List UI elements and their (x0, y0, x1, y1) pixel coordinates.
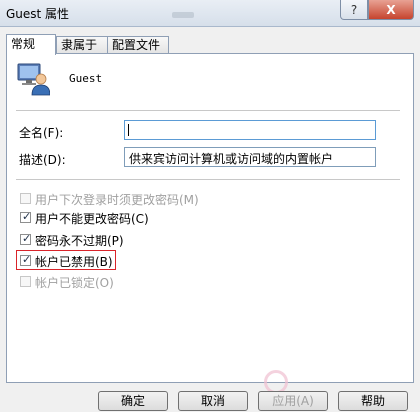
option-label: 帐户已禁用(B) (35, 255, 113, 269)
title-bar: Guest 属性 ? X (0, 0, 420, 27)
option-label: 用户不能更改密码(C) (35, 212, 149, 226)
checkmark-icon: ✓ (22, 232, 32, 245)
checkmark-icon: ✓ (22, 210, 32, 223)
checkbox[interactable]: ✓ (20, 253, 32, 266)
option-label: 帐户已锁定(O) (35, 276, 114, 290)
checkbox[interactable]: ✓ (20, 210, 32, 223)
user-account-icon (17, 63, 50, 96)
window-title: Guest 属性 (6, 7, 70, 21)
checkmark-icon: ✓ (22, 253, 32, 266)
tab-general[interactable]: 常规 (6, 34, 56, 55)
tab-profile[interactable]: 配置文件 (107, 36, 169, 53)
close-icon: X (386, 3, 396, 17)
option-label: 密码永不过期(P) (35, 234, 124, 248)
user-name: Guest (69, 72, 103, 85)
apply-button[interactable]: 应用(A) (258, 391, 328, 411)
divider (16, 179, 400, 181)
tab-member-of[interactable]: 隶属于 (56, 36, 108, 53)
close-button[interactable]: X (368, 0, 414, 20)
text-caret (128, 124, 129, 136)
fullname-label: 全名(F): (19, 126, 64, 140)
description-input[interactable]: 供来宾访问计算机或访问域的内置帐户 (124, 147, 376, 167)
help-dialog-button[interactable]: 帮助 (338, 391, 408, 411)
cancel-button[interactable]: 取消 (178, 391, 248, 411)
description-label: 描述(D): (19, 153, 66, 167)
ok-button[interactable]: 确定 (98, 391, 168, 411)
description-value: 供来宾访问计算机或访问域的内置帐户 (129, 152, 334, 166)
help-button[interactable]: ? (340, 0, 368, 20)
checkbox[interactable]: ✓ (20, 232, 32, 245)
checkbox[interactable] (20, 276, 31, 287)
option-label: 用户下次登录时须更改密码(M) (35, 193, 199, 207)
help-icon: ? (350, 3, 358, 17)
title-blur (172, 12, 194, 18)
fullname-input[interactable] (124, 120, 376, 140)
checkbox[interactable] (20, 193, 31, 204)
divider (16, 110, 400, 112)
